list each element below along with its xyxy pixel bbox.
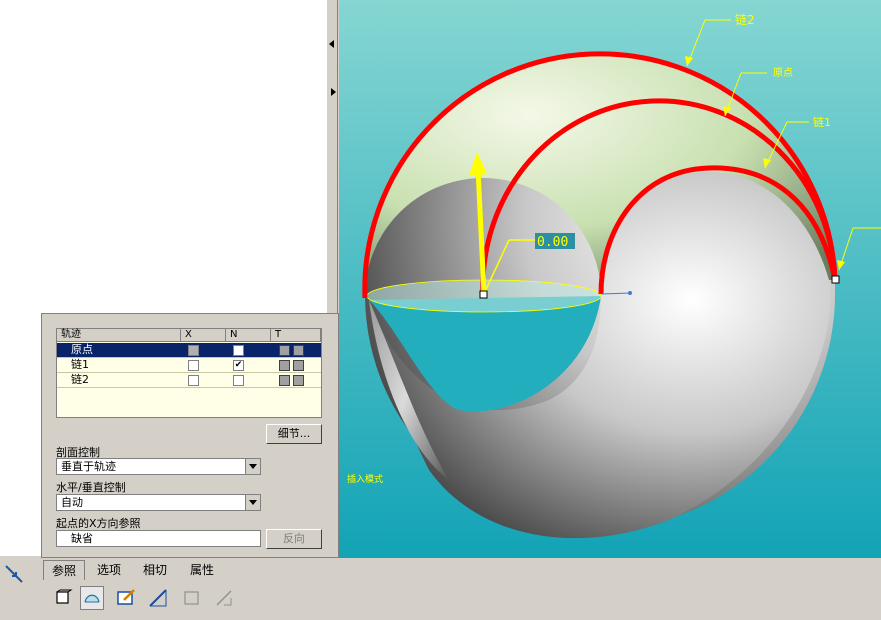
column-header-trajectory[interactable]: 轨迹 xyxy=(57,329,181,342)
section-control-value: 垂直于轨迹 xyxy=(61,460,116,473)
n-checkbox[interactable] xyxy=(233,345,244,356)
label-chain2[interactable]: 链2 xyxy=(735,12,755,27)
graphics-viewport[interactable]: 0.00 链2 原点 链1 插入模式 xyxy=(339,0,881,558)
column-header-x[interactable]: X xyxy=(181,329,226,342)
tab-tangency[interactable]: 相切 xyxy=(137,560,173,580)
tab-options[interactable]: 选项 xyxy=(91,560,127,580)
expand-right-icon[interactable] xyxy=(331,88,336,96)
reference-point xyxy=(628,291,632,295)
x-ref-value: 缺省 xyxy=(71,532,93,545)
row-name: 链1 xyxy=(71,358,89,371)
n-checkbox[interactable] xyxy=(233,375,244,386)
label-chain1[interactable]: 链1 xyxy=(813,115,831,129)
mode-text: 插入模式 xyxy=(347,473,383,485)
t-toggle-b[interactable] xyxy=(293,345,304,356)
t-toggle-b[interactable] xyxy=(293,360,304,371)
x-ref-label: 起点的X方向参照 xyxy=(56,517,141,530)
sweep-references-panel: 轨迹 X N T 原点 链1 ✔ 链2 细节... 剖面控制 垂直于轨迹 水平/… xyxy=(41,313,339,558)
trim-icon[interactable] xyxy=(212,586,236,610)
row-name: 链2 xyxy=(71,373,89,386)
t-toggle-a[interactable] xyxy=(279,375,290,386)
chevron-down-icon[interactable] xyxy=(245,495,260,510)
table-row[interactable]: 链1 ✔ xyxy=(57,358,321,373)
chevron-down-icon[interactable] xyxy=(245,459,260,474)
column-header-t[interactable]: T xyxy=(271,329,321,342)
hv-control-value: 自动 xyxy=(61,496,83,509)
x-checkbox[interactable] xyxy=(188,360,199,371)
n-checkbox[interactable]: ✔ xyxy=(233,360,244,371)
solid-icon[interactable] xyxy=(51,586,75,610)
collapse-left-icon[interactable] xyxy=(329,40,334,48)
hv-control-select[interactable]: 自动 xyxy=(56,494,261,511)
row-name: 原点 xyxy=(71,343,93,356)
table-row[interactable]: 原点 xyxy=(57,343,321,358)
sketch-icon[interactable] xyxy=(114,586,138,610)
pin-dashboard-icon[interactable] xyxy=(2,562,26,586)
label-origin[interactable]: 原点 xyxy=(773,67,793,79)
end-handle[interactable] xyxy=(831,275,840,284)
x-checkbox[interactable] xyxy=(188,345,199,356)
x-ref-field[interactable]: 缺省 xyxy=(56,530,261,547)
t-toggle-a[interactable] xyxy=(279,360,290,371)
table-row[interactable]: 链2 xyxy=(57,373,321,388)
model-canvas[interactable]: 0.00 链2 原点 链1 插入模式 xyxy=(339,0,881,558)
surface-icon[interactable] xyxy=(80,586,104,610)
tab-properties[interactable]: 属性 xyxy=(184,560,220,580)
hv-control-label: 水平/垂直控制 xyxy=(56,481,126,494)
dim-value-text[interactable]: 0.00 xyxy=(537,235,568,250)
details-button[interactable]: 细节... xyxy=(266,424,322,444)
t-toggle-b[interactable] xyxy=(293,375,304,386)
flip-button[interactable]: 反向 xyxy=(266,529,322,549)
thicken-icon[interactable] xyxy=(180,586,204,610)
column-header-n[interactable]: N xyxy=(226,329,271,342)
start-handle[interactable] xyxy=(479,290,488,299)
x-checkbox[interactable] xyxy=(188,375,199,386)
trajectory-table[interactable]: 轨迹 X N T 原点 链1 ✔ 链2 xyxy=(56,328,322,418)
t-toggle-a[interactable] xyxy=(279,345,290,356)
remove-material-icon[interactable] xyxy=(146,586,170,610)
section-control-select[interactable]: 垂直于轨迹 xyxy=(56,458,261,475)
tab-references[interactable]: 参照 xyxy=(43,560,85,580)
